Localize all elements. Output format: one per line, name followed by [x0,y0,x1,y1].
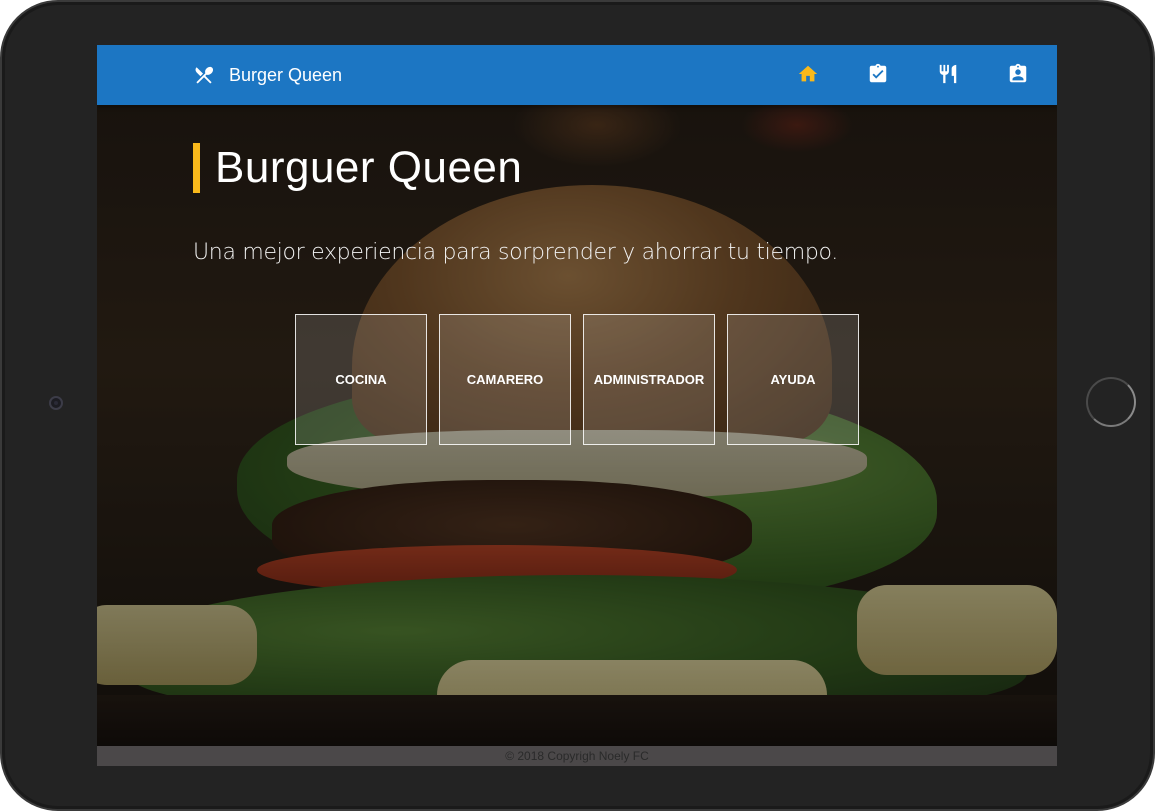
tile-ayuda-button[interactable]: AYUDA [727,314,859,445]
front-camera [49,396,63,410]
utensils-crossed-icon [193,64,215,86]
assignment-check-icon[interactable] [867,63,889,85]
home-icon[interactable] [797,63,819,85]
tablet-frame: Burger Queen Burguer Queen Una mejor exp… [0,0,1155,811]
app-screen: Burger Queen Burguer Queen Una mejor exp… [97,45,1057,766]
role-tiles: COCINA CAMARERO ADMINISTRADOR AYUDA [295,314,859,445]
nav-icon-group [797,63,1029,85]
footer-copyright: © 2018 Copyrigh Noely FC [97,746,1057,766]
tile-camarero-button[interactable]: CAMARERO [439,314,571,445]
brand-name: Burger Queen [229,64,343,85]
top-navbar: Burger Queen [97,45,1057,105]
restaurant-icon[interactable] [937,63,959,85]
page-subtitle: Una mejor experiencia para sorprender y … [193,240,838,265]
page-title: Burguer Queen [193,142,838,194]
tile-cocina-button[interactable]: COCINA [295,314,427,445]
home-button[interactable] [1086,377,1136,427]
hero-section: Burguer Queen Una mejor experiencia para… [193,142,838,265]
brand-link[interactable]: Burger Queen [193,63,342,87]
tile-administrador-button[interactable]: ADMINISTRADOR [583,314,715,445]
contact-badge-icon[interactable] [1007,63,1029,85]
